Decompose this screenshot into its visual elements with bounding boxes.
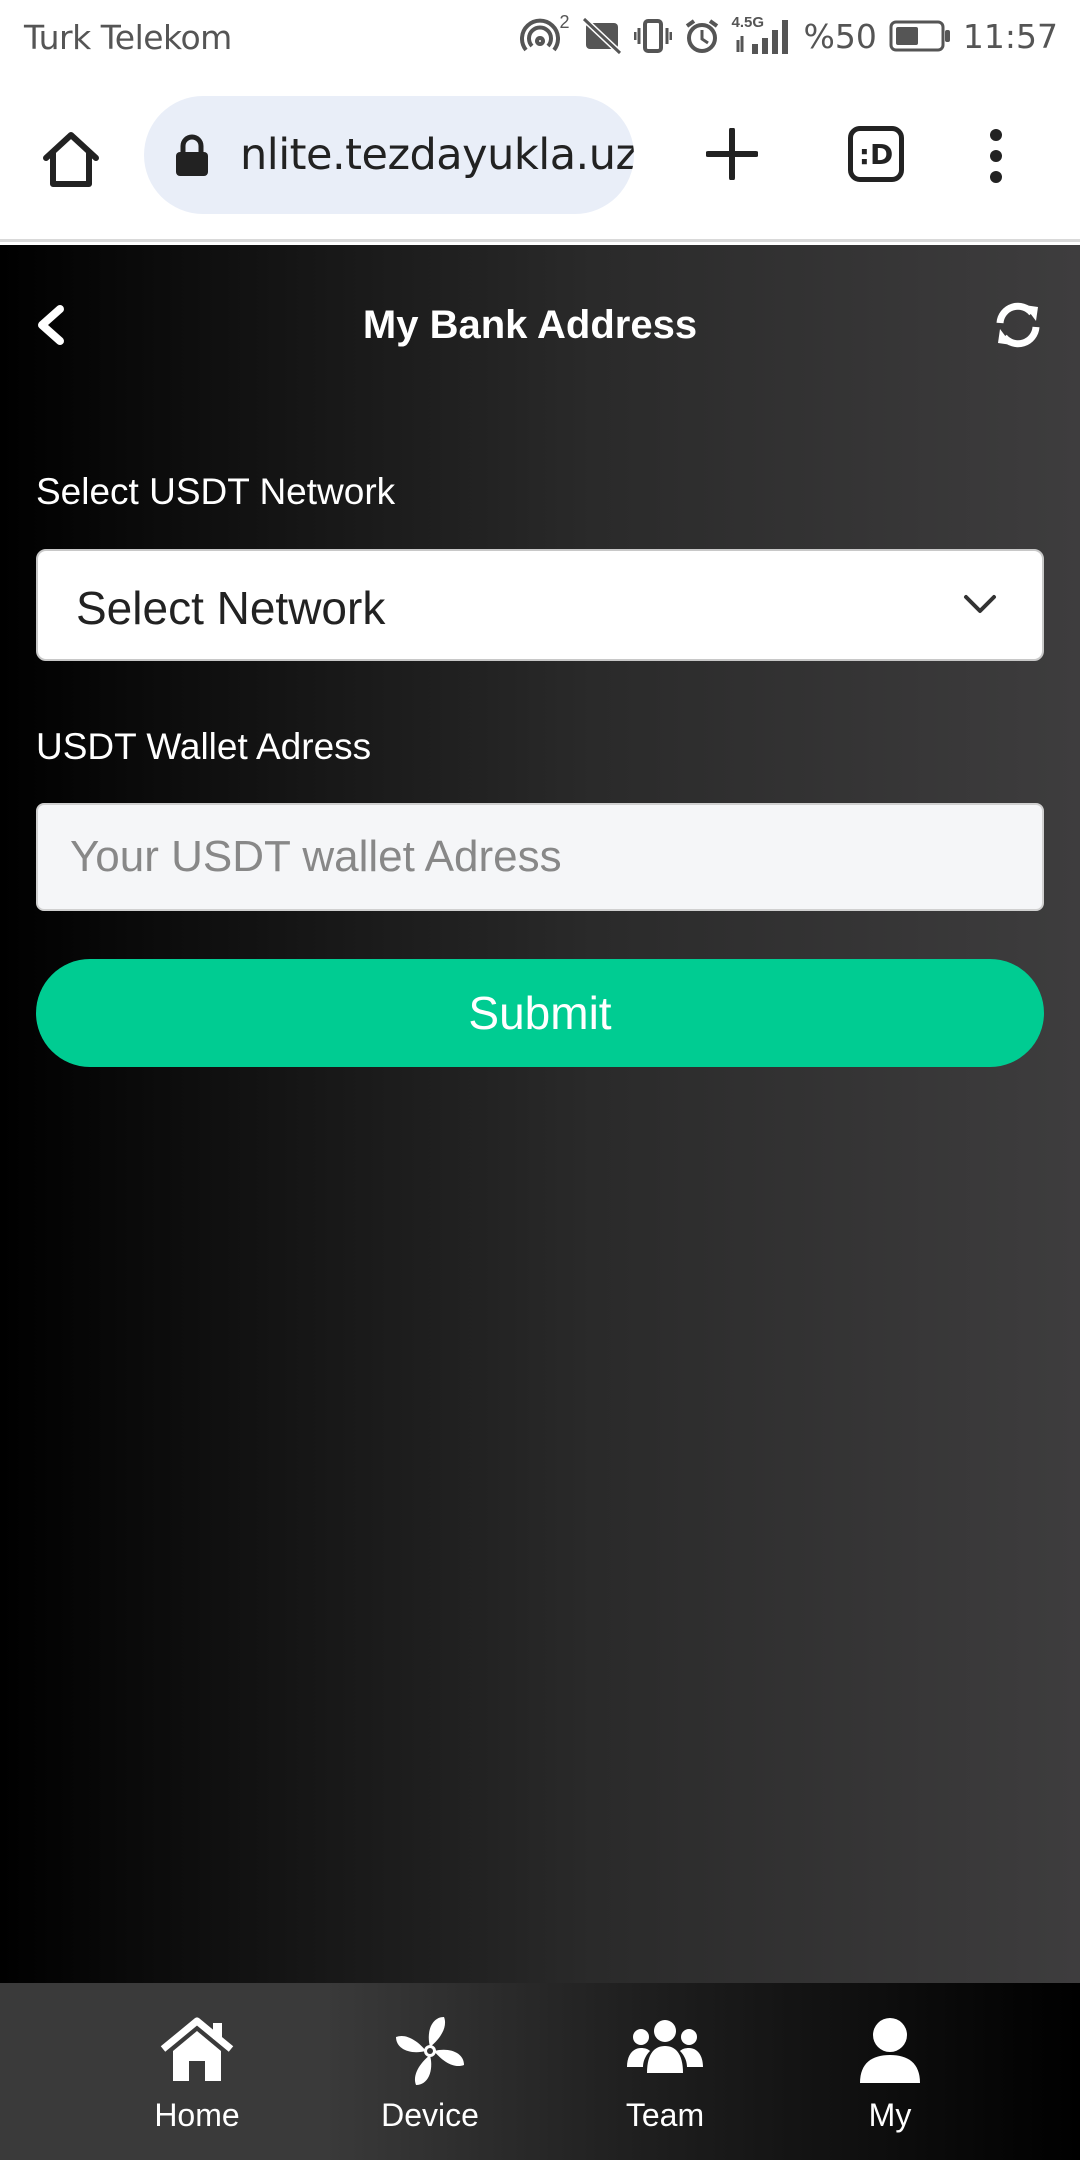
network-selected-value: Select Network [76, 582, 386, 634]
refresh-icon [996, 302, 1040, 348]
browser-home-icon [43, 132, 99, 187]
hotspot-count: 2 [559, 12, 570, 32]
home-icon [160, 2017, 234, 2081]
address-bar[interactable]: nlite.tezdayukla.uz [144, 96, 634, 214]
carrier-name: Turk Telekom [24, 18, 232, 57]
tab-switcher-label: :D [858, 137, 894, 171]
plus-icon [705, 127, 759, 181]
network-select[interactable]: Select Network [36, 549, 1044, 661]
signal-icon: 4.5G [732, 14, 792, 56]
battery-percent: %50 [803, 16, 877, 56]
url-text: nlite.tezdayukla.uz [240, 130, 634, 180]
nav-label-my: My [868, 2097, 912, 2133]
browser-toolbar: nlite.tezdayukla.uz :D [0, 76, 1080, 242]
page-title: My Bank Address [362, 303, 698, 347]
submit-button[interactable]: Submit [36, 959, 1044, 1067]
page-content: My Bank Address Select USDT Network Sele… [0, 245, 1080, 1983]
hotspot-icon: 2 [519, 12, 570, 56]
tab-switcher-button[interactable]: :D [848, 126, 904, 182]
refresh-button[interactable] [992, 299, 1044, 351]
status-icons: 2 4.5G %50 11:57 [519, 12, 1058, 58]
user-icon [860, 2018, 920, 2083]
nav-label-device: Device [381, 2097, 479, 2133]
new-tab-button[interactable] [705, 127, 759, 181]
status-bar: Turk Telekom 2 4.5G %50 11:57 [0, 0, 1080, 76]
fan-icon [396, 2017, 464, 2085]
wallet-address-input[interactable] [36, 803, 1044, 911]
nav-item-device[interactable]: Device [330, 1983, 530, 2160]
nav-label-team: Team [625, 2097, 705, 2133]
bottom-nav: Home Device Team My [0, 1983, 1080, 2160]
clock: 11:57 [962, 16, 1058, 56]
nav-item-team[interactable]: Team [565, 1983, 765, 2160]
lock-icon [176, 134, 208, 176]
nav-label-home: Home [154, 2097, 240, 2133]
nav-item-my[interactable]: My [790, 1983, 990, 2160]
nav-item-home[interactable]: Home [97, 1983, 297, 2160]
network-label: Select USDT Network [36, 471, 396, 512]
team-icon [627, 2020, 703, 2073]
vibrate-icon [633, 18, 672, 54]
more-vert-icon [990, 129, 1002, 183]
home-button[interactable] [40, 128, 102, 190]
sim-off-icon [581, 17, 622, 55]
battery-icon [889, 20, 951, 52]
alarm-icon [684, 18, 720, 54]
chevron-down-icon [964, 595, 996, 613]
wallet-label: USDT Wallet Adress [36, 726, 372, 767]
browser-menu-button[interactable] [984, 128, 1008, 184]
